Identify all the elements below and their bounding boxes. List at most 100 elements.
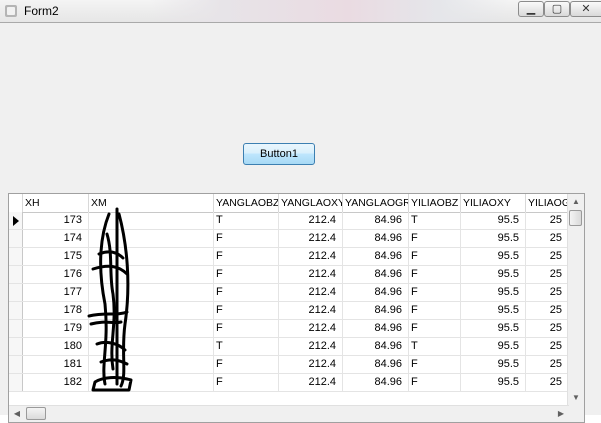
cell-xm[interactable] [89,284,214,301]
cell-yiliaog[interactable]: 25 [526,302,569,319]
column-header-yiliaog[interactable]: YILIAOG [526,194,569,212]
cell-yiliaobz[interactable]: F [409,374,461,391]
cell-xh[interactable]: 177 [23,284,89,301]
cell-xh[interactable]: 174 [23,230,89,247]
column-header-yanglaobz[interactable]: YANGLAOBZ [214,194,279,212]
scroll-up-icon[interactable]: ▲ [568,194,584,210]
row-indicator[interactable] [9,338,23,355]
column-header-xm[interactable]: XM [89,194,214,212]
cell-xm[interactable] [89,248,214,265]
cell-yanglaoxy[interactable]: 212.4 [279,248,343,265]
table-row[interactable]: 173 T 212.4 84.96 T 95.5 25 [9,212,569,230]
cell-yiliaoxy[interactable]: 95.5 [461,284,526,301]
cell-yanglaoxy[interactable]: 212.4 [279,320,343,337]
cell-yiliaog[interactable]: 25 [526,356,569,373]
cell-yiliaog[interactable]: 25 [526,320,569,337]
cell-yanglaobz[interactable]: T [214,338,279,355]
cell-xh[interactable]: 182 [23,374,89,391]
cell-yanglaogr[interactable]: 84.96 [343,338,409,355]
scroll-left-icon[interactable]: ◀ [9,406,25,422]
cell-xh[interactable]: 180 [23,338,89,355]
cell-xm[interactable] [89,374,214,391]
cell-yiliaoxy[interactable]: 95.5 [461,212,526,229]
cell-xm[interactable] [89,212,214,229]
column-header-yiliaobz[interactable]: YILIAOBZ [409,194,461,212]
cell-yanglaobz[interactable]: F [214,248,279,265]
cell-xh[interactable]: 179 [23,320,89,337]
cell-yanglaogr[interactable]: 84.96 [343,212,409,229]
cell-yiliaobz[interactable]: F [409,284,461,301]
cell-yanglaobz[interactable]: F [214,320,279,337]
cell-yanglaogr[interactable]: 84.96 [343,374,409,391]
horizontal-scrollbar[interactable]: ◀ ▶ [9,405,569,422]
table-row[interactable]: 177 F 212.4 84.96 F 95.5 25 [9,284,569,302]
cell-xm[interactable] [89,266,214,283]
cell-yiliaog[interactable]: 25 [526,230,569,247]
row-indicator[interactable] [9,320,23,337]
row-indicator[interactable] [9,302,23,319]
button1[interactable]: Button1 [243,143,315,165]
cell-yanglaoxy[interactable]: 212.4 [279,212,343,229]
cell-yanglaogr[interactable]: 84.96 [343,248,409,265]
table-row[interactable]: 174 F 212.4 84.96 F 95.5 25 [9,230,569,248]
cell-yiliaoxy[interactable]: 95.5 [461,374,526,391]
cell-xm[interactable] [89,356,214,373]
cell-yiliaoxy[interactable]: 95.5 [461,266,526,283]
table-row[interactable]: 176 F 212.4 84.96 F 95.5 25 [9,266,569,284]
cell-yanglaoxy[interactable]: 212.4 [279,302,343,319]
cell-yanglaoxy[interactable]: 212.4 [279,374,343,391]
cell-yiliaog[interactable]: 25 [526,338,569,355]
cell-yiliaoxy[interactable]: 95.5 [461,338,526,355]
cell-yanglaogr[interactable]: 84.96 [343,266,409,283]
cell-yiliaoxy[interactable]: 95.5 [461,356,526,373]
vertical-scrollbar[interactable]: ▲ ▼ [567,194,584,406]
close-button[interactable]: ✕ [570,1,601,17]
cell-yanglaobz[interactable]: F [214,230,279,247]
cell-xh[interactable]: 175 [23,248,89,265]
vertical-scroll-thumb[interactable] [569,210,582,226]
cell-yanglaobz[interactable]: T [214,212,279,229]
cell-yiliaobz[interactable]: F [409,320,461,337]
cell-xm[interactable] [89,320,214,337]
cell-xh[interactable]: 181 [23,356,89,373]
cell-yanglaogr[interactable]: 84.96 [343,356,409,373]
cell-yiliaog[interactable]: 25 [526,212,569,229]
table-row[interactable]: 178 F 212.4 84.96 F 95.5 25 [9,302,569,320]
cell-yanglaoxy[interactable]: 212.4 [279,338,343,355]
scroll-down-icon[interactable]: ▼ [568,390,584,406]
cell-yanglaobz[interactable]: F [214,302,279,319]
cell-xh[interactable]: 178 [23,302,89,319]
table-row[interactable]: 180 T 212.4 84.96 T 95.5 25 [9,338,569,356]
column-header-xh[interactable]: XH [23,194,89,212]
row-indicator[interactable] [9,230,23,247]
cell-yiliaoxy[interactable]: 95.5 [461,248,526,265]
cell-yiliaobz[interactable]: F [409,266,461,283]
cell-yiliaobz[interactable]: F [409,356,461,373]
cell-yiliaog[interactable]: 25 [526,374,569,391]
cell-yiliaobz[interactable]: T [409,212,461,229]
cell-yanglaobz[interactable]: F [214,356,279,373]
cell-yanglaoxy[interactable]: 212.4 [279,356,343,373]
cell-yanglaoxy[interactable]: 212.4 [279,266,343,283]
minimize-button[interactable]: ▁ [518,1,544,17]
cell-xm[interactable] [89,302,214,319]
cell-yiliaog[interactable]: 25 [526,248,569,265]
maximize-button[interactable]: ▢ [544,1,570,17]
cell-yanglaogr[interactable]: 84.96 [343,302,409,319]
table-row[interactable]: 175 F 212.4 84.96 F 95.5 25 [9,248,569,266]
table-row[interactable]: 179 F 212.4 84.96 F 95.5 25 [9,320,569,338]
cell-xh[interactable]: 173 [23,212,89,229]
row-indicator[interactable] [9,266,23,283]
cell-yiliaoxy[interactable]: 95.5 [461,230,526,247]
column-header-yanglaogr[interactable]: YANGLAOGR [343,194,409,212]
cell-yiliaobz[interactable]: F [409,248,461,265]
cell-xh[interactable]: 176 [23,266,89,283]
row-indicator[interactable] [9,248,23,265]
table-row[interactable]: 182 F 212.4 84.96 F 95.5 25 [9,374,569,392]
cell-yanglaobz[interactable]: F [214,374,279,391]
scroll-right-icon[interactable]: ▶ [553,406,569,422]
cell-yiliaoxy[interactable]: 95.5 [461,320,526,337]
table-row[interactable]: 181 F 212.4 84.96 F 95.5 25 [9,356,569,374]
cell-yanglaogr[interactable]: 84.96 [343,320,409,337]
cell-yiliaog[interactable]: 25 [526,284,569,301]
